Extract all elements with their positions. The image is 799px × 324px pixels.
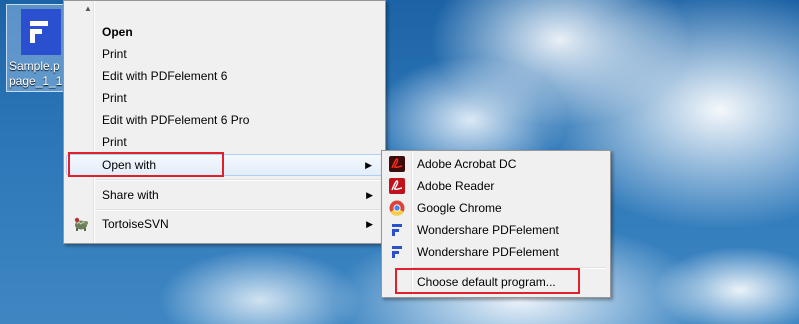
submenu-item-pdfelement-2[interactable]: Wondershare PDFelement — [384, 241, 608, 263]
pdfelement-icon — [392, 246, 402, 258]
submenu-item-acrobat-dc[interactable]: Adobe Acrobat DC — [384, 153, 608, 175]
menu-item-edit-pdfelement-pro[interactable]: Edit with PDFelement 6 Pro — [66, 109, 383, 131]
menu-separator — [95, 209, 383, 211]
menu-separator — [95, 179, 383, 181]
submenu-item-adobe-reader[interactable]: Adobe Reader — [384, 175, 608, 197]
submenu-item-pdfelement-1[interactable]: Wondershare PDFelement — [384, 219, 608, 241]
acrobat-icon — [389, 156, 405, 172]
adobe-reader-icon — [389, 178, 405, 194]
menu-item-edit-pdfelement[interactable]: Edit with PDFelement 6 — [66, 65, 383, 87]
highlight-open-with — [68, 152, 224, 177]
pdfelement-icon — [392, 224, 402, 236]
submenu-arrow-icon: ▶ — [366, 190, 373, 200]
scroll-up-icon[interactable]: ▲ — [84, 4, 92, 13]
menu-item-print[interactable]: Print — [66, 43, 383, 65]
desktop-file-icon[interactable]: Sample.p page_1_1.p — [6, 4, 68, 92]
menu-item-share-with[interactable]: Share with ▶ — [66, 184, 383, 206]
menu-item-open[interactable]: Open — [66, 21, 383, 43]
submenu-item-google-chrome[interactable]: Google Chrome — [384, 197, 608, 219]
pdfelement-file-icon — [21, 9, 61, 55]
submenu-arrow-icon: ▶ — [366, 219, 373, 229]
menu-item-print-3[interactable]: Print — [66, 131, 383, 153]
chrome-icon — [389, 200, 405, 216]
menu-item-tortoisesvn[interactable]: TortoiseSVN ▶ — [66, 213, 383, 235]
tortoisesvn-icon — [74, 217, 88, 231]
submenu-arrow-icon: ▶ — [365, 160, 372, 170]
highlight-choose-default-program — [395, 268, 580, 294]
context-menu: ▲ Open Print Edit with PDFelement 6 Prin… — [63, 0, 386, 244]
desktop-file-label: Sample.p page_1_1.p — [9, 59, 65, 88]
menu-item-print-2[interactable]: Print — [66, 87, 383, 109]
